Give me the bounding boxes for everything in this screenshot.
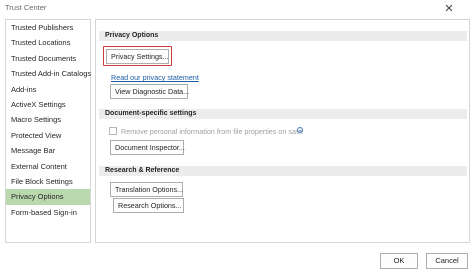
sidebar-item-form-based-sign-in[interactable]: Form-based Sign-in <box>6 205 90 220</box>
sidebar-item-macro-settings[interactable]: Macro Settings <box>6 112 90 127</box>
close-icon[interactable]: ✕ <box>442 2 456 16</box>
title-bar: Trust Center ✕ <box>0 0 474 18</box>
remove-personal-info-checkbox[interactable] <box>109 127 117 135</box>
privacy-statement-link[interactable]: Read our privacy statement <box>111 73 199 82</box>
cancel-button[interactable]: Cancel <box>426 253 468 269</box>
research-options-button[interactable]: Research Options... <box>113 198 184 213</box>
sidebar-item-add-ins[interactable]: Add-ins <box>6 82 90 97</box>
section-header-privacy: Privacy Options <box>99 31 467 41</box>
sidebar-item-message-bar[interactable]: Message Bar <box>6 143 90 158</box>
privacy-settings-button[interactable]: Privacy Settings... <box>106 49 169 64</box>
sidebar-item-trusted-locations[interactable]: Trusted Locations <box>6 35 90 50</box>
translation-options-button[interactable]: Translation Options... <box>110 182 183 197</box>
sidebar-item-trusted-add-in-catalogs[interactable]: Trusted Add-in Catalogs <box>6 66 91 81</box>
section-header-research: Research & Reference <box>99 166 467 176</box>
view-diagnostic-data-button[interactable]: View Diagnostic Data... <box>110 84 189 99</box>
sidebar-item-file-block-settings[interactable]: File Block Settings <box>6 174 90 189</box>
document-inspector-button[interactable]: Document Inspector... <box>110 140 185 155</box>
info-icon: i <box>297 127 303 133</box>
window-title: Trust Center <box>5 3 47 12</box>
sidebar-item-activex-settings[interactable]: ActiveX Settings <box>6 97 90 112</box>
content-panel: Privacy Options Privacy Settings... Read… <box>95 19 470 243</box>
sidebar-item-privacy-options[interactable]: Privacy Options <box>6 189 90 205</box>
ok-button[interactable]: OK <box>380 253 418 269</box>
sidebar: Trusted Publishers Trusted Locations Tru… <box>5 19 91 243</box>
section-header-document-specific: Document-specific settings <box>99 109 467 119</box>
remove-personal-info-label: Remove personal information from file pr… <box>121 127 304 136</box>
sidebar-item-trusted-documents[interactable]: Trusted Documents <box>6 51 90 66</box>
sidebar-item-external-content[interactable]: External Content <box>6 159 90 174</box>
sidebar-item-trusted-publishers[interactable]: Trusted Publishers <box>6 20 90 35</box>
sidebar-item-protected-view[interactable]: Protected View <box>6 128 90 143</box>
